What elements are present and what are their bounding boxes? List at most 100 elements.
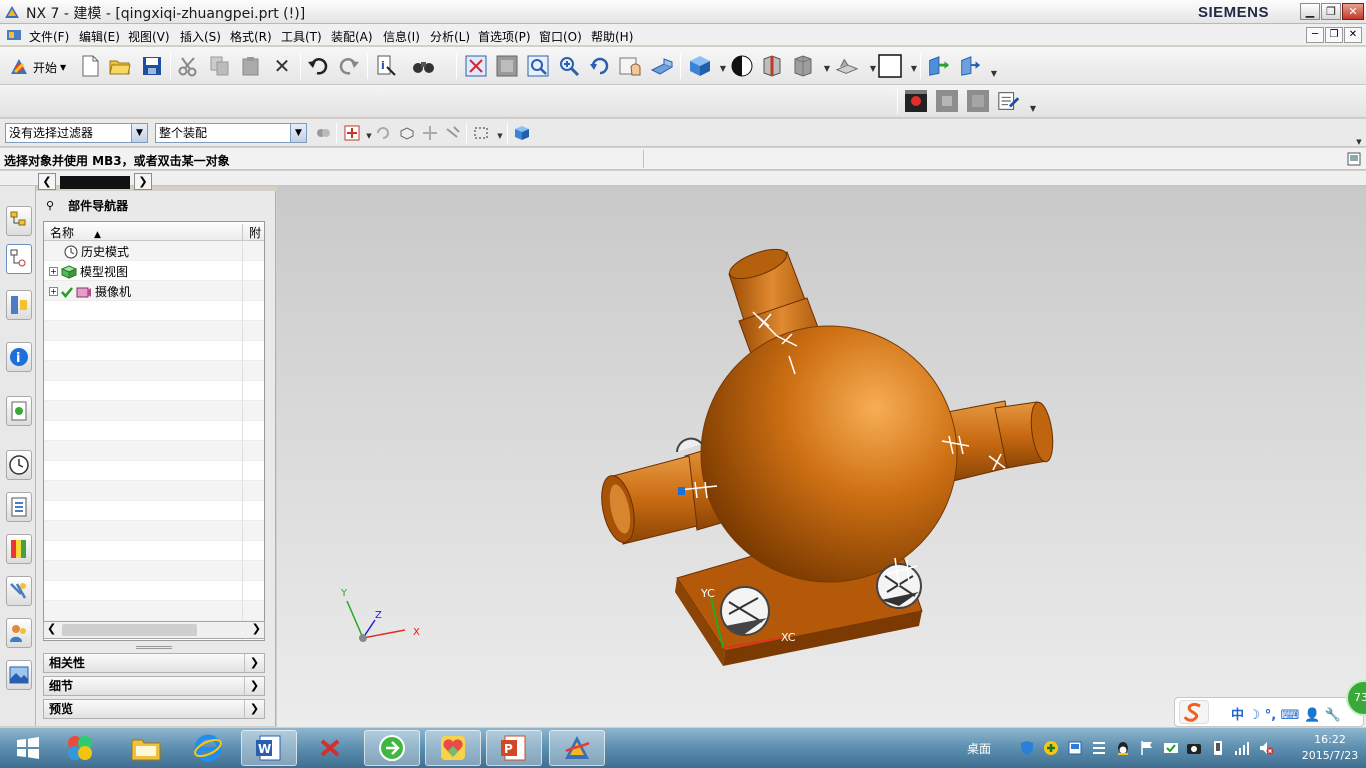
powerpoint-icon[interactable]: P <box>486 730 542 766</box>
rotate-icon[interactable] <box>588 54 612 78</box>
ball-valve-body[interactable] <box>700 325 958 583</box>
plus-shield-icon[interactable] <box>1043 740 1059 756</box>
layer-icon[interactable] <box>835 54 859 78</box>
file-explorer-icon[interactable] <box>118 730 174 766</box>
section-dependencies[interactable]: 相关性 ❯ <box>43 653 265 673</box>
assembly-navigator-icon[interactable] <box>6 206 32 236</box>
select-body-icon[interactable] <box>513 124 531 142</box>
background-color-icon[interactable] <box>878 54 902 78</box>
column-header-name[interactable]: 名称 ▲ <box>50 224 101 241</box>
assembly-filter-icon[interactable] <box>314 124 332 142</box>
binoculars-icon[interactable] <box>412 54 436 78</box>
xmind-icon[interactable] <box>302 730 358 766</box>
zoom-icon[interactable] <box>526 54 550 78</box>
volume-muted-icon[interactable] <box>1258 740 1274 756</box>
navigator-horizontal-scrollbar[interactable]: ❮ ❯ <box>43 621 265 639</box>
move-icon[interactable] <box>444 124 462 142</box>
tree-row-history-mode[interactable]: 历史模式 <box>44 241 264 261</box>
bolt-left[interactable] <box>720 586 770 636</box>
ime-toolbar[interactable]: 中 ☽ °, ⌨ 👤 🔧 <box>1174 697 1364 727</box>
color-palette-icon[interactable] <box>6 534 32 564</box>
menu-information[interactable]: 信息(I) <box>383 28 420 45</box>
menu-help[interactable]: 帮助(H) <box>591 28 633 45</box>
menu-format[interactable]: 格式(R) <box>230 28 272 45</box>
save-icon[interactable] <box>140 54 164 78</box>
signal-icon[interactable] <box>1234 740 1250 756</box>
doc-restore-button[interactable]: ❐ <box>1325 27 1343 43</box>
chevron-down-icon[interactable]: ▼ <box>1024 99 1042 117</box>
open-icon[interactable] <box>108 54 132 78</box>
360-security-icon[interactable] <box>364 730 420 766</box>
record-icon[interactable] <box>904 89 928 113</box>
qq-icon[interactable] <box>1115 740 1131 756</box>
menu-insert[interactable]: 插入(S) <box>180 28 221 45</box>
part-navigator-icon[interactable] <box>6 244 32 274</box>
clock-history-icon[interactable] <box>6 450 32 480</box>
section-preview[interactable]: 预览 ❯ <box>43 699 265 719</box>
column-header-attached[interactable]: 附 <box>242 224 261 241</box>
pin-icon[interactable]: ⚲ <box>46 199 54 212</box>
constraint-navigator-icon[interactable] <box>6 290 32 320</box>
roles-icon[interactable] <box>6 618 32 648</box>
copy-icon[interactable] <box>208 54 232 78</box>
sogou-logo-icon[interactable] <box>1179 700 1209 724</box>
rectangle-select-icon[interactable] <box>472 124 490 142</box>
word-icon[interactable]: W <box>241 730 297 766</box>
paste-icon[interactable] <box>239 54 263 78</box>
scroll-right-icon[interactable]: ❯ <box>252 622 261 635</box>
chevron-down-icon[interactable]: ❯ <box>244 700 264 718</box>
doc-close-button[interactable]: ✕ <box>1344 27 1362 43</box>
bolt-back[interactable] <box>676 437 703 453</box>
pause-icon[interactable] <box>966 89 990 113</box>
process-studio-icon[interactable] <box>6 576 32 606</box>
graphics-window[interactable]: XC YC X Y Z <box>277 186 1366 727</box>
menu-tools[interactable]: 工具(T) <box>281 28 322 45</box>
network-drive-icon[interactable] <box>1067 740 1083 756</box>
chevron-down-icon[interactable]: ❯ <box>244 654 264 672</box>
snap-point-icon[interactable] <box>343 124 361 142</box>
internet-explorer-icon[interactable]: i <box>6 342 32 372</box>
device-tray-icon[interactable] <box>1210 740 1226 756</box>
panel-splitter[interactable] <box>136 646 172 649</box>
start-button[interactable]: 开始 ▼ <box>8 54 66 80</box>
camera-tray-icon[interactable] <box>1186 740 1202 756</box>
expand-icon[interactable]: + <box>49 287 58 296</box>
ime-status[interactable]: 中 ☽ °, ⌨ 👤 🔧 <box>1231 704 1341 723</box>
model-canvas[interactable]: XC YC X Y Z <box>277 186 1366 727</box>
history-palette-icon[interactable] <box>6 396 32 426</box>
menu-assemblies[interactable]: 装配(A) <box>331 28 373 45</box>
quick-pick-icon[interactable] <box>421 124 439 142</box>
new-icon[interactable] <box>78 54 102 78</box>
check-tray-icon[interactable] <box>1163 740 1179 756</box>
zoom-in-icon[interactable] <box>557 54 581 78</box>
scroll-left-button[interactable]: ❮ <box>38 173 56 190</box>
heart-app-icon[interactable] <box>425 730 481 766</box>
menu-preferences[interactable]: 首选项(P) <box>478 28 531 45</box>
undo-selection-icon[interactable] <box>374 124 392 142</box>
work-layer-icon[interactable] <box>958 54 982 78</box>
internet-explorer-icon[interactable] <box>180 730 236 766</box>
desktop-toolbar-label[interactable]: 桌面 <box>967 740 991 757</box>
doc-minimize-button[interactable]: ─ <box>1306 27 1324 43</box>
nx-icon[interactable] <box>549 730 605 766</box>
menu-window[interactable]: 窗口(O) <box>539 28 582 45</box>
cylinder-icon[interactable] <box>760 54 784 78</box>
section-details[interactable]: 细节 ❯ <box>43 676 265 696</box>
menu-edit[interactable]: 编辑(E) <box>79 28 120 45</box>
stop-icon[interactable] <box>935 89 959 113</box>
restore-button[interactable]: ❐ <box>1321 3 1341 20</box>
menu-view[interactable]: 视图(V) <box>128 28 170 45</box>
perspective-icon[interactable] <box>650 54 674 78</box>
scroll-right-button[interactable]: ❯ <box>134 173 152 190</box>
close-button[interactable]: ✕ <box>1342 3 1364 20</box>
expand-icon[interactable]: + <box>49 267 58 276</box>
flag-icon[interactable] <box>1139 740 1155 756</box>
component-icon[interactable] <box>398 124 416 142</box>
scrollbar-thumb[interactable] <box>62 624 197 636</box>
menu-file[interactable]: 文件(F) <box>29 28 69 45</box>
shield-icon[interactable] <box>1019 740 1035 756</box>
tree-row-cameras[interactable]: + 摄像机 <box>44 281 264 301</box>
selection-scope-dropdown[interactable]: 整个装配 ▼ <box>155 123 307 143</box>
delete-icon[interactable]: ✕ <box>270 54 294 78</box>
360-browser-icon[interactable] <box>52 730 108 766</box>
